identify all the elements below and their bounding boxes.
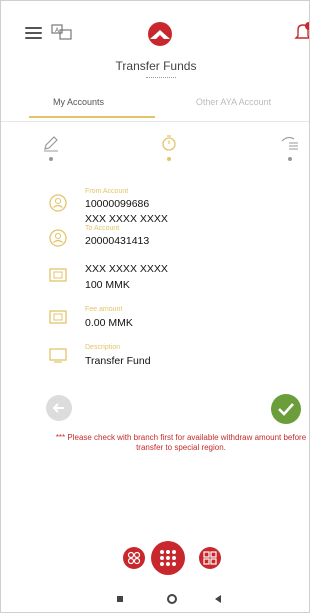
description-label: Description: [85, 344, 121, 351]
step-indicator: [1, 129, 309, 169]
main-menu-button[interactable]: [151, 541, 185, 575]
account-icon: [48, 228, 68, 248]
notification-bell-icon[interactable]: [294, 21, 309, 43]
account-tabs: My Accounts Other AYA Account: [1, 85, 309, 123]
confirm-button[interactable]: [271, 394, 301, 424]
back-triangle-icon[interactable]: [215, 595, 221, 603]
transfer-funds-screen: A Transfer Funds My Accounts Other AYA A…: [0, 0, 310, 613]
home-icon[interactable]: [167, 594, 177, 604]
description-value: Transfer Fund: [85, 355, 151, 367]
active-tab-indicator: [29, 116, 155, 118]
arrow-left-icon: [52, 403, 64, 413]
to-account-number: 20000431413: [85, 235, 150, 247]
step-dot-2: [167, 157, 171, 161]
back-button[interactable]: [46, 395, 72, 421]
clock-icon: [159, 133, 179, 153]
to-account-name: XXX XXXX XXXX: [85, 263, 168, 275]
fee-label: Fee amount: [85, 306, 123, 313]
language-icon[interactable]: A: [51, 23, 73, 41]
bank-logo-icon: [147, 21, 173, 47]
to-account-label: To Account: [85, 225, 120, 232]
checkmark-icon: [278, 403, 294, 416]
header: A Transfer Funds: [1, 1, 309, 79]
monitor-icon: [48, 345, 68, 365]
from-account-label: From Account: [85, 188, 129, 195]
system-navigation-bar: [1, 581, 309, 612]
cash-icon: [48, 265, 68, 285]
tab-divider: [1, 121, 309, 122]
step-dot-3: [288, 157, 292, 161]
tab-other-aya-account[interactable]: Other AYA Account: [156, 85, 309, 123]
account-icon: [48, 193, 68, 213]
step-dot-1: [49, 157, 53, 161]
qr-code-icon: [203, 551, 217, 565]
apps-left-button[interactable]: [123, 547, 145, 569]
pencil-icon: [41, 133, 61, 153]
qr-scan-button[interactable]: [199, 547, 221, 569]
cash-icon: [48, 307, 68, 327]
list-check-icon: [280, 133, 300, 153]
page-title: Transfer Funds: [115, 59, 197, 73]
recents-icon[interactable]: [117, 596, 123, 602]
title-underline: [146, 77, 176, 78]
menu-icon[interactable]: [25, 27, 42, 39]
grid-circles-icon: [127, 551, 141, 565]
from-account-number: 10000099686: [85, 198, 150, 210]
transfer-amount: 100 MMK: [85, 279, 130, 291]
fee-amount: 0.00 MMK: [85, 317, 133, 329]
dots-grid-icon: [160, 550, 176, 566]
special-region-notice: *** Please check with branch first for a…: [55, 433, 307, 452]
